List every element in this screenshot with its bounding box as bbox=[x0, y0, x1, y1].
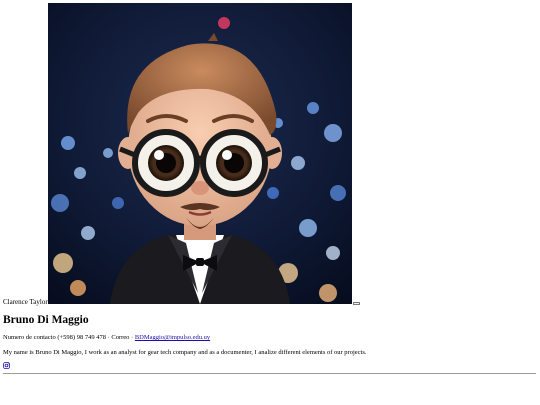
photo-caption: Clarence Taylor bbox=[3, 298, 48, 306]
photo-row: Clarence Taylor bbox=[0, 0, 540, 306]
image-control-button[interactable] bbox=[353, 302, 360, 305]
instagram-icon[interactable] bbox=[3, 362, 10, 369]
profile-name: Bruno Di Maggio bbox=[3, 314, 89, 326]
email-link[interactable]: BDMaggio@impulso.edu.uy bbox=[135, 334, 210, 341]
contact-text: Numero de contacto (+598) 98 749 478 · C… bbox=[3, 334, 135, 341]
bio-text: My name is Bruno Di Maggio, I work as an… bbox=[3, 349, 367, 356]
divider bbox=[3, 373, 536, 374]
contact-line: Numero de contacto (+598) 98 749 478 · C… bbox=[3, 333, 210, 342]
avatar-photo bbox=[48, 3, 352, 304]
